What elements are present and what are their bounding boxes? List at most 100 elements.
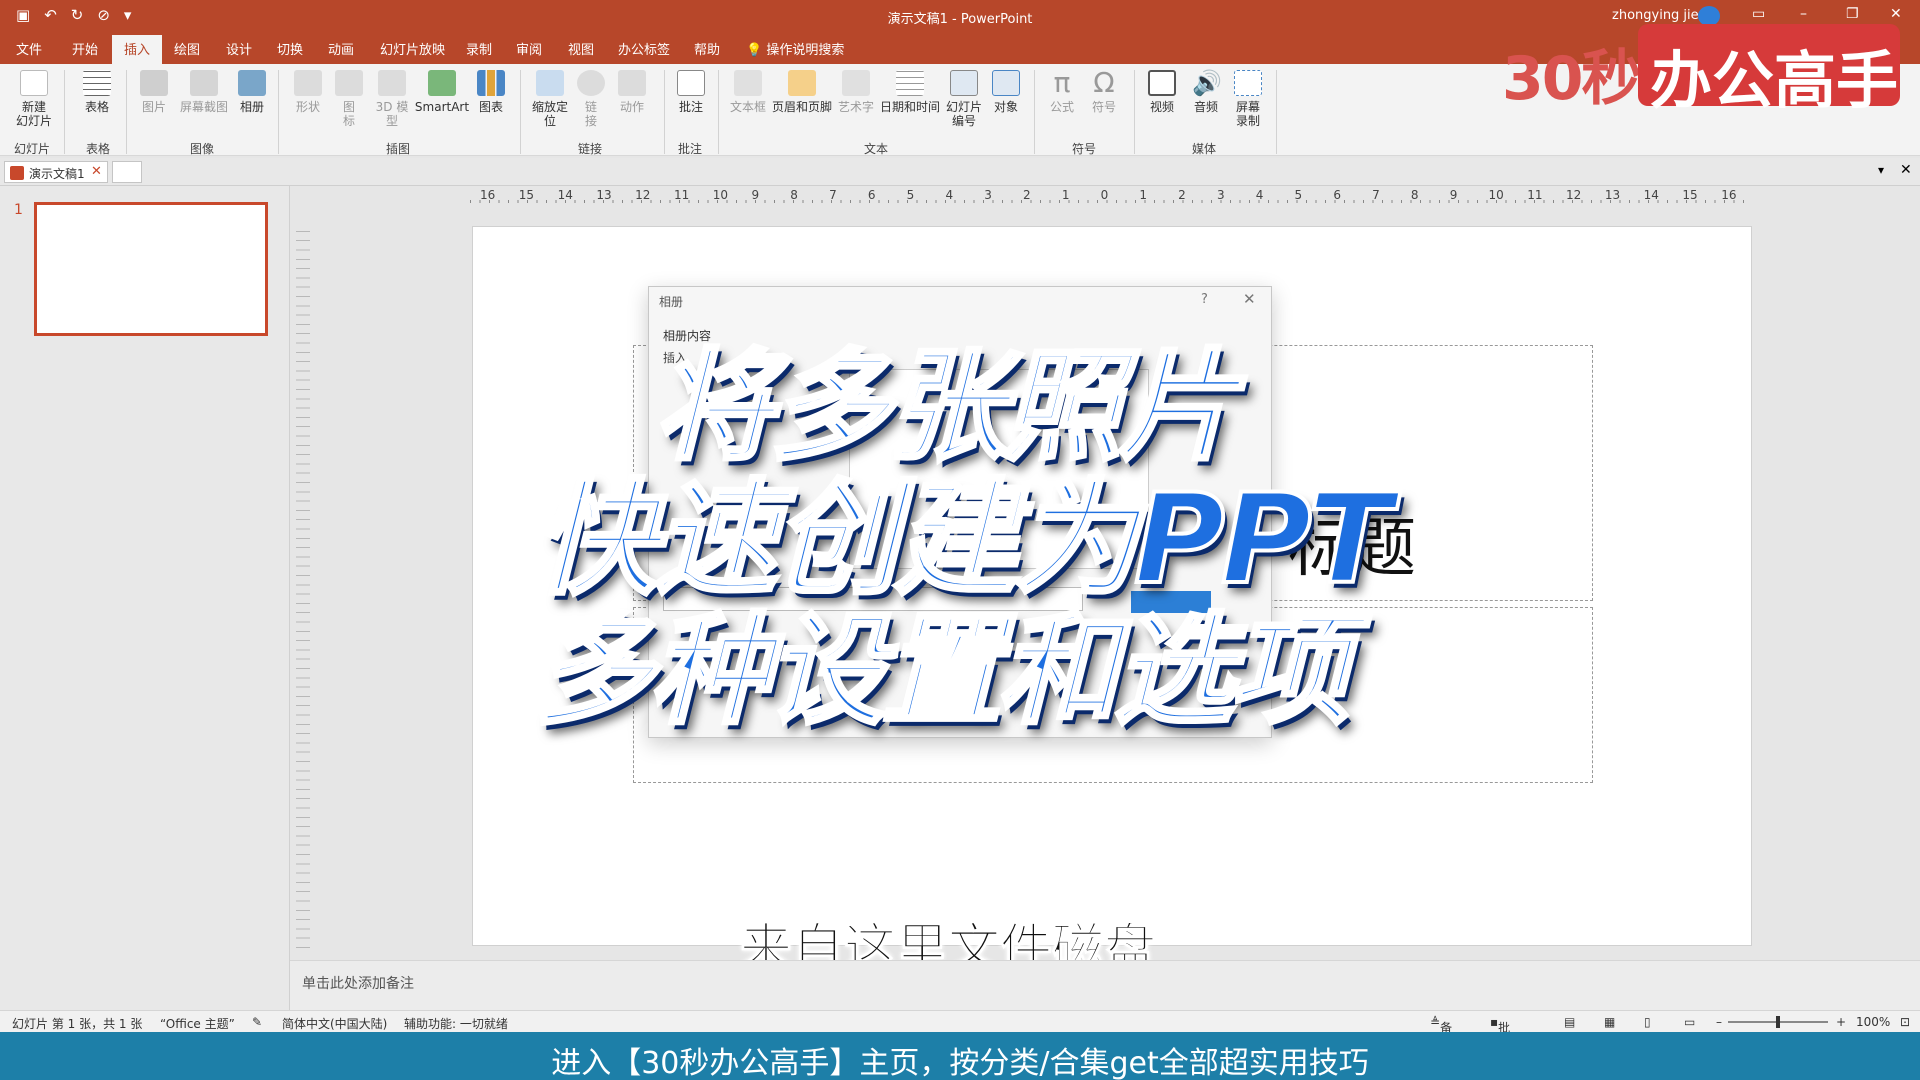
separator (718, 70, 719, 154)
audio-button[interactable]: 🔊 音频 (1186, 70, 1226, 114)
bottom-banner: 进入【30秒办公高手】主页，按分类/合集get全部超实用技巧 (0, 1032, 1920, 1080)
comment-label: 批注 (678, 100, 703, 114)
zoom-in-icon[interactable]: + (1836, 1015, 1846, 1029)
new-slide-button[interactable]: 新建 幻灯片 (8, 70, 60, 128)
ppt-file-icon (10, 166, 24, 180)
equation-button[interactable]: π 公式 (1042, 69, 1082, 115)
object-label: 对象 (993, 100, 1018, 114)
notes-pane[interactable]: 单击此处添加备注 (290, 960, 1920, 1010)
comment-button[interactable]: 批注 (672, 70, 710, 114)
headline-line-2: 快速创建为PPT (532, 468, 1394, 612)
datetime-label: 日期和时间 (879, 100, 940, 114)
shapes-label: 形状 (295, 100, 320, 114)
new-slide-label: 新建 幻灯片 (15, 100, 52, 128)
slide-number-button[interactable]: 幻灯片 编号 (942, 70, 986, 128)
notes-toggle-button[interactable]: ≜ 备注 (1430, 1015, 1452, 1052)
screenshot-button[interactable]: 屏幕截图 (176, 70, 232, 114)
screenshot-label: 屏幕截图 (179, 100, 228, 114)
screen-record-button[interactable]: 屏幕 录制 (1228, 70, 1268, 128)
close-tab-icon[interactable]: ✕ (91, 164, 102, 179)
icons-button[interactable]: 图 标 (334, 70, 364, 128)
tab-animations[interactable]: 动画 (328, 39, 354, 58)
ribbon-display-icon[interactable]: ▭ (1752, 6, 1765, 22)
tab-insert[interactable]: 插入 (112, 35, 163, 64)
sorter-view-icon[interactable]: ▦ (1604, 1015, 1615, 1029)
action-button[interactable]: 动作 (614, 70, 650, 114)
separator (1276, 70, 1277, 154)
slideshow-icon[interactable]: ▭ (1684, 1015, 1695, 1029)
zoom-button[interactable]: 缩放定 位 (528, 70, 572, 128)
close-icon[interactable]: ✕ (1890, 6, 1902, 22)
tab-view[interactable]: 视图 (568, 39, 594, 58)
header-footer-label: 页眉和页脚 (771, 100, 832, 114)
user-name[interactable]: zhongying jie (1612, 8, 1699, 23)
table-button[interactable]: 表格 (74, 70, 120, 114)
separator (664, 70, 665, 154)
album-button[interactable]: 相册 (232, 70, 272, 114)
title-bar: ▣ ↶ ↻ ⊘ ▾ 演示文稿1 - PowerPoint zhongying j… (0, 0, 1920, 32)
object-button[interactable]: 对象 (988, 70, 1024, 114)
tab-draw[interactable]: 绘图 (174, 39, 200, 58)
tab-transitions[interactable]: 切换 (277, 39, 303, 58)
zoom-out-icon[interactable]: – (1716, 1015, 1722, 1029)
language[interactable]: 简体中文(中国大陆) (282, 1015, 387, 1032)
close-pane-icon[interactable]: ✕ (1900, 162, 1912, 178)
picture-button[interactable]: 图片 (134, 70, 174, 114)
textbox-button[interactable]: 文本框 (726, 70, 770, 114)
tab-slideshow[interactable]: 幻灯片放映 (380, 39, 445, 58)
minimize-icon[interactable]: – (1800, 6, 1807, 22)
zoom-slider-handle[interactable] (1776, 1016, 1780, 1028)
help-icon[interactable]: ? (1201, 292, 1208, 307)
tab-office-tabs[interactable]: 办公标签 (618, 39, 670, 58)
header-footer-icon (788, 70, 816, 96)
symbol-button[interactable]: Ω 符号 (1084, 66, 1124, 115)
equation-label: 公式 (1049, 100, 1074, 114)
zoom-level[interactable]: 100% (1856, 1015, 1890, 1029)
separator (1034, 70, 1035, 154)
normal-view-icon[interactable]: ▤ (1564, 1015, 1575, 1029)
separator (126, 70, 127, 154)
document-tab[interactable]: 演示文稿1 ✕ (4, 161, 108, 183)
tab-help[interactable]: 帮助 (694, 39, 720, 58)
new-tab-button[interactable] (112, 161, 142, 183)
tell-me-search[interactable]: 💡 操作说明搜索 (746, 39, 844, 58)
link-button[interactable]: 链 接 (576, 70, 606, 128)
3d-models-button[interactable]: 3D 模 型 (370, 70, 414, 128)
tab-design[interactable]: 设计 (226, 39, 252, 58)
new-slide-icon (20, 70, 48, 96)
camera-icon (190, 70, 218, 96)
tab-home[interactable]: 开始 (72, 39, 98, 58)
group-slides: 幻灯片 (14, 142, 51, 156)
picture-label: 图片 (141, 100, 166, 114)
fit-slide-icon[interactable]: ⊡ (1900, 1015, 1910, 1029)
comments-toggle-button[interactable]: ▪ 批注 (1490, 1015, 1510, 1052)
avatar[interactable] (1698, 6, 1720, 26)
tell-me-label: 操作说明搜索 (766, 43, 845, 58)
tab-file[interactable]: 文件 (16, 39, 42, 58)
accessibility-status[interactable]: 辅助功能: 一切就绪 (404, 1015, 508, 1032)
header-footer-button[interactable]: 页眉和页脚 (770, 70, 834, 114)
close-icon[interactable]: ✕ (1243, 290, 1256, 308)
separator (520, 70, 521, 154)
reading-view-icon[interactable]: ▯ (1644, 1015, 1651, 1029)
smartart-button[interactable]: SmartArt (414, 70, 470, 114)
shapes-button[interactable]: 形状 (288, 70, 328, 114)
omega-icon: Ω (1093, 66, 1115, 99)
wordart-button[interactable]: 艺术字 (834, 70, 878, 114)
video-button[interactable]: 视频 (1142, 70, 1182, 114)
tab-record[interactable]: 录制 (466, 39, 492, 58)
tab-review[interactable]: 审阅 (516, 39, 542, 58)
group-text: 文本 (864, 142, 889, 156)
slide-thumbnail[interactable] (34, 202, 268, 336)
textbox-label: 文本框 (729, 100, 766, 114)
chart-button[interactable]: 图表 (472, 70, 510, 114)
group-illustrations: 插图 (386, 142, 411, 156)
slide-info: 幻灯片 第 1 张，共 1 张 (12, 1017, 143, 1031)
chevron-down-icon[interactable]: ▾ (1878, 163, 1884, 177)
symbol-label: 符号 (1091, 100, 1116, 114)
datetime-button[interactable]: 日期和时间 (878, 70, 942, 114)
spellcheck-icon[interactable]: ✎ (252, 1015, 262, 1029)
restore-icon[interactable]: ❐ (1846, 6, 1859, 22)
album-icon (238, 70, 266, 96)
zoom-label: 缩放定 位 (531, 100, 568, 128)
